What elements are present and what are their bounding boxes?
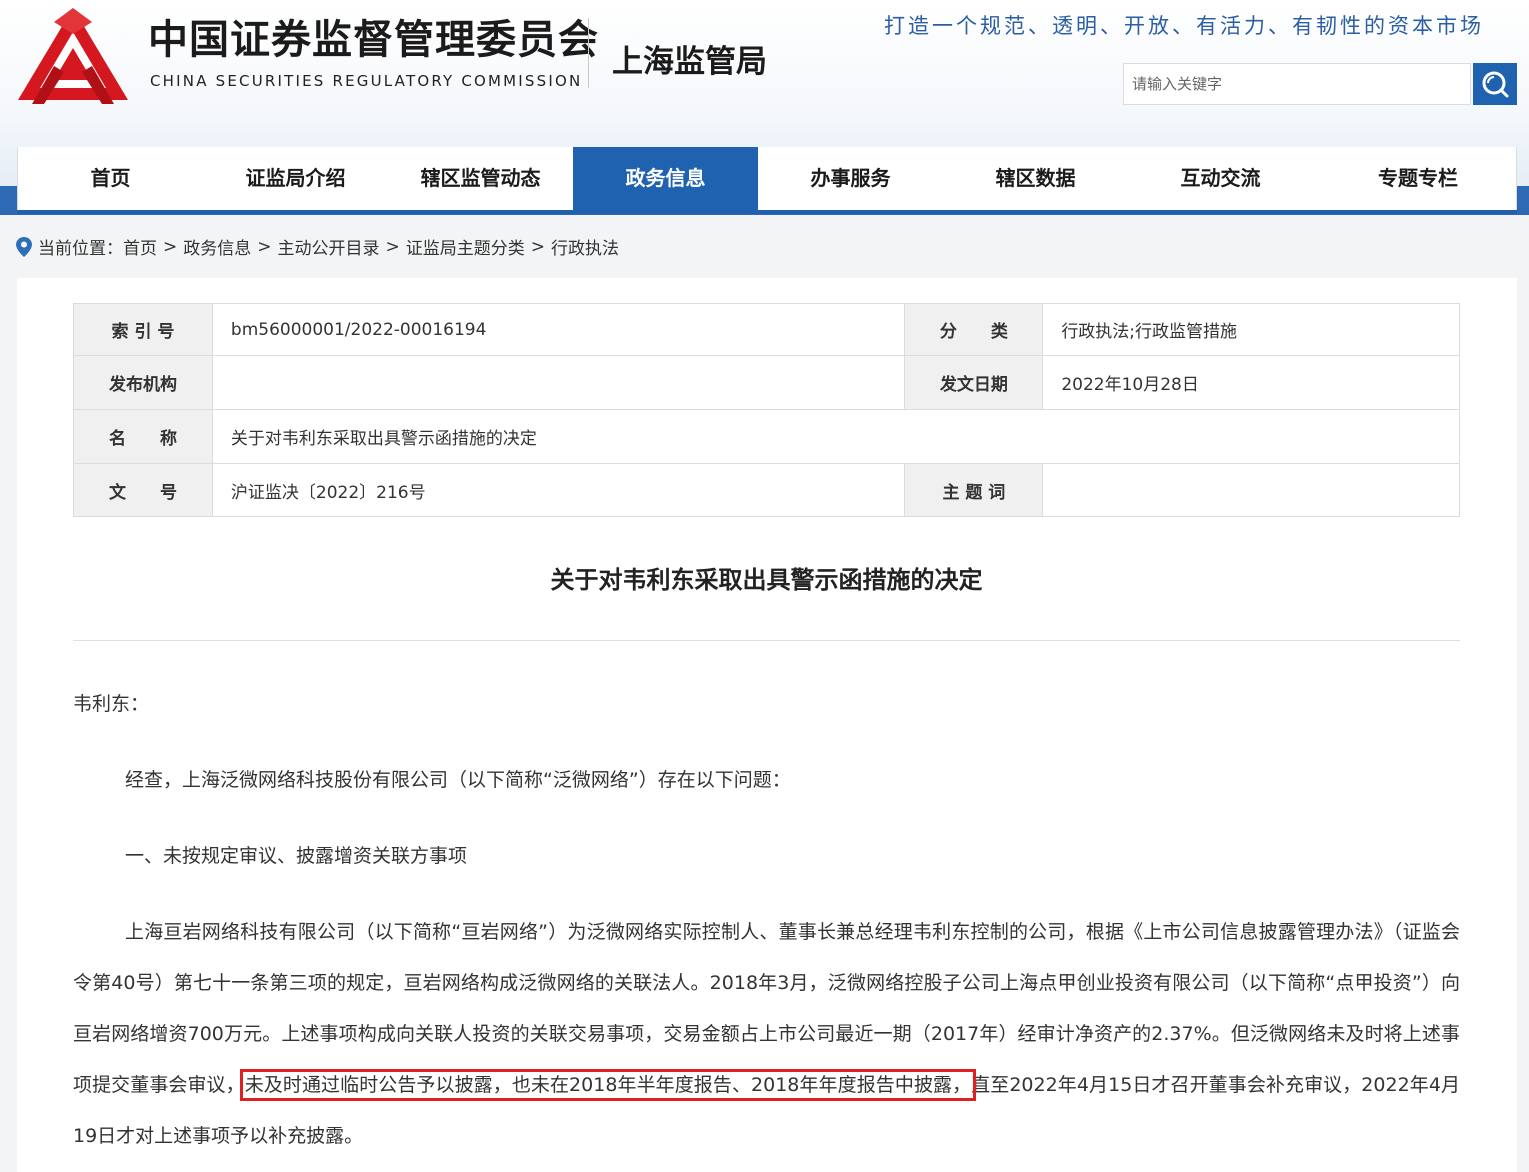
document-meta-table: 索 引 号 bm56000001/2022-00016194 分 类 行政执法;… bbox=[73, 303, 1461, 517]
article-title: 关于对韦利东采取出具警示函措施的决定 bbox=[550, 566, 983, 594]
article-paragraph: 上海亘岩网络科技有限公司（以下简称“亘岩网络”）为泛微网络实际控制人、董事长兼总… bbox=[73, 907, 1460, 1162]
org-name-cn: 中国证券监督管理委员会 bbox=[148, 17, 599, 63]
publisher-value bbox=[211, 355, 906, 410]
meta-row: 索 引 号 bm56000001/2022-00016194 分 类 行政执法;… bbox=[73, 303, 1460, 356]
date-value: 2022年10月28日 bbox=[1042, 355, 1460, 410]
category-value: 行政执法;行政监管措施 bbox=[1042, 303, 1460, 356]
date-label: 发文日期 bbox=[904, 355, 1044, 410]
search-button[interactable] bbox=[1473, 63, 1517, 105]
category-label: 分 类 bbox=[904, 303, 1044, 356]
breadcrumb-prefix: 当前位置： bbox=[38, 239, 123, 259]
nav-underline bbox=[17, 210, 1517, 214]
bureau-name: 上海监管局 bbox=[612, 44, 767, 80]
search-icon bbox=[1482, 71, 1509, 98]
article-salutation: 韦利东： bbox=[73, 693, 150, 715]
breadcrumb-sep: > bbox=[163, 236, 178, 257]
meta-row: 文 号 沪证监决〔2022〕216号 主 题 词 bbox=[73, 463, 1460, 517]
breadcrumb-government-info[interactable]: 政务信息 bbox=[183, 234, 251, 259]
breadcrumb-sep: > bbox=[385, 236, 400, 257]
location-pin-icon bbox=[16, 236, 32, 257]
slogan: 打造一个规范、透明、开放、有活力、有韧性的资本市场 bbox=[884, 14, 1484, 38]
docno-value: 沪证监决〔2022〕216号 bbox=[211, 463, 906, 517]
name-value: 关于对韦利东采取出具警示函措施的决定 bbox=[211, 409, 1461, 464]
article-heading: 一、未按规定审议、披露增资关联方事项 bbox=[125, 845, 468, 867]
keywords-label: 主 题 词 bbox=[904, 463, 1044, 517]
search-box bbox=[1123, 63, 1471, 105]
nav-item-regional-news[interactable]: 辖区监管动态 bbox=[388, 147, 573, 210]
nav-item-government-info[interactable]: 政务信息 bbox=[573, 147, 758, 214]
title-divider bbox=[73, 640, 1460, 641]
breadcrumb-catalog[interactable]: 主动公开目录 bbox=[278, 234, 380, 259]
breadcrumb-sep: > bbox=[257, 236, 272, 257]
highlighted-text: 未及时通过临时公告予以披露，也未在2018年半年度报告、2018年年度报告中披露… bbox=[239, 1069, 977, 1101]
breadcrumb-sep: > bbox=[530, 236, 545, 257]
paragraph-text: 上海亘岩网络科技有限公司（以下简称“亘岩网络”）为泛微网络实际控制人、董事长兼总… bbox=[73, 921, 1460, 1096]
org-name-en: CHINA SECURITIES REGULATORY COMMISSION bbox=[150, 72, 583, 90]
article-paragraph: 经查，上海泛微网络科技股份有限公司（以下简称“泛微网络”）存在以下问题： bbox=[125, 769, 791, 791]
publisher-label: 发布机构 bbox=[73, 355, 213, 410]
nav-item-interaction[interactable]: 互动交流 bbox=[1128, 147, 1313, 210]
nav-item-home[interactable]: 首页 bbox=[18, 147, 203, 210]
csrc-logo-icon[interactable] bbox=[14, 4, 132, 108]
header-divider bbox=[588, 18, 589, 88]
keywords-value bbox=[1042, 463, 1460, 517]
meta-row: 名 称 关于对韦利东采取出具警示函措施的决定 bbox=[73, 409, 1461, 464]
main-nav: 首页 证监局介绍 辖区监管动态 政务信息 办事服务 辖区数据 互动交流 专题专栏 bbox=[17, 147, 1518, 214]
breadcrumb-topic-category[interactable]: 证监局主题分类 bbox=[406, 234, 525, 259]
nav-item-about[interactable]: 证监局介绍 bbox=[203, 147, 388, 210]
nav-item-data[interactable]: 辖区数据 bbox=[943, 147, 1128, 210]
meta-row: 发布机构 发文日期 2022年10月28日 bbox=[73, 355, 1460, 410]
nav-item-services[interactable]: 办事服务 bbox=[758, 147, 943, 210]
breadcrumb-home[interactable]: 首页 bbox=[123, 234, 157, 259]
docno-label: 文 号 bbox=[73, 463, 213, 517]
search-input[interactable] bbox=[1130, 64, 1464, 104]
index-value: bm56000001/2022-00016194 bbox=[211, 303, 906, 356]
name-label: 名 称 bbox=[73, 409, 213, 464]
breadcrumb-enforcement[interactable]: 行政执法 bbox=[551, 234, 619, 259]
nav-item-topics[interactable]: 专题专栏 bbox=[1318, 147, 1518, 210]
breadcrumb: 当前位置： 首页 > 政务信息 > 主动公开目录 > 证监局主题分类 > 行政执… bbox=[16, 234, 619, 259]
index-label: 索 引 号 bbox=[73, 303, 213, 356]
